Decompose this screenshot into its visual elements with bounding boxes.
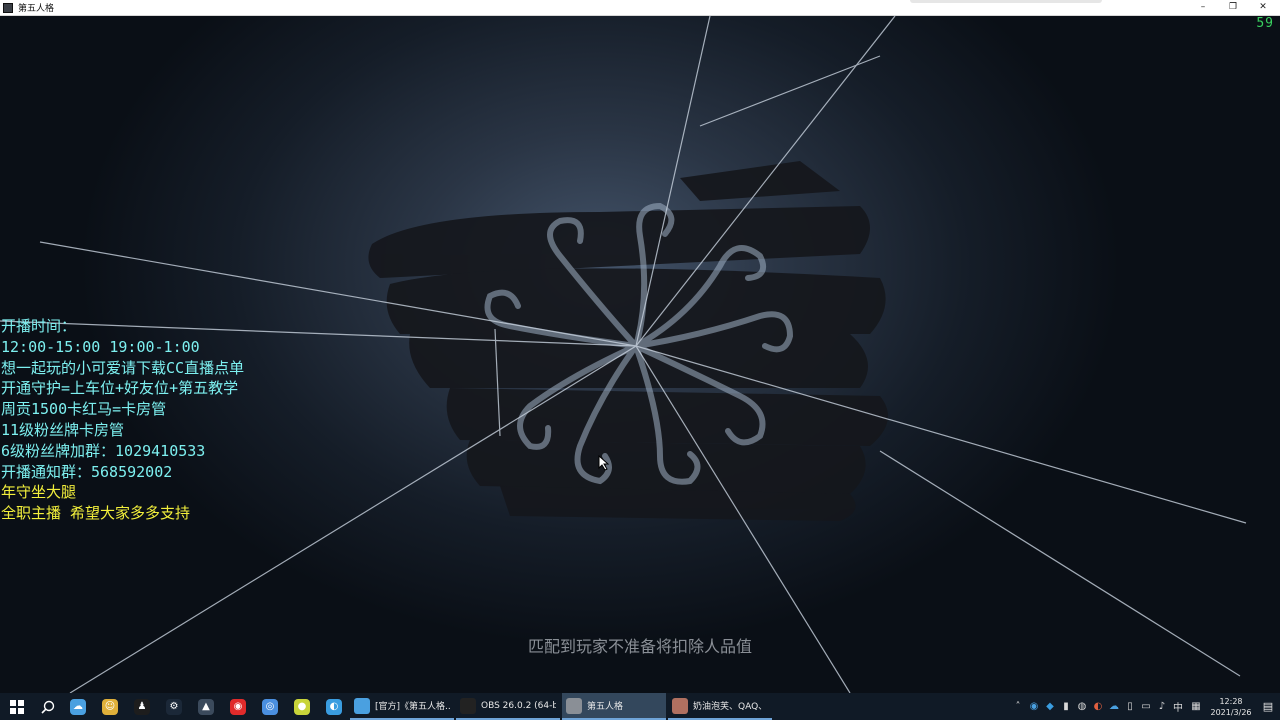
pinned-apps: ☁ ☺ ♟ ⚙ ▲ ◉ ◎ ● ◐ [62,693,350,720]
titlebar-overlay-strip [910,0,1102,3]
pinned-app-button[interactable]: ☁ [62,693,94,720]
taskbar-window-button[interactable]: 第五人格 [562,693,666,720]
vehicle-app-icon: ▲ [198,698,214,715]
system-tray: ˄ ◉ ◆ ▮ ◍ ◐ ☁ ▯ ▭ ♪ 中 ▦ 12:28 2021/3/26 … [1010,693,1280,720]
game-tray-icon[interactable]: ◐ [1090,693,1106,720]
weather-app-icon: ☁ [70,698,86,715]
overlay-line: 开播通知群：568592002 [1,462,173,481]
task-label: 第五人格 [587,702,624,712]
window-titlebar: 第五人格 – ❐ ✕ [0,0,1280,16]
stream-info-overlay: 开播时间： 12:00-15:00 19:00-1:00 想一起玩的小可爱请下载CC… [1,316,244,524]
app-icon [3,2,13,13]
game-viewport[interactable]: 59 开播时间： 12:00-15:00 19:00-1:00 想一起玩的小可爱请下… [0,16,1280,693]
window-title: 第五人格 [18,4,55,14]
shield-icon[interactable]: ◆ [1042,693,1058,720]
steam-icon: ⚙ [166,698,182,715]
pinned-app-button[interactable]: ⚙ [158,693,190,720]
mic-icon[interactable]: ▮ [1058,693,1074,720]
search-icon [41,700,55,714]
netease-music-icon: ◉ [230,698,246,715]
ime-indicator[interactable]: 中 [1170,693,1186,720]
task-app-icon [566,697,582,714]
overlay-line: 想一起玩的小可爱请下载CC直播点单 [1,358,245,377]
qq-icon: ♟ [134,698,150,715]
notification-center-icon[interactable]: ▤ [1256,693,1280,720]
overlay-line: 年守坐大腿 [1,483,77,502]
cloud-tray-icon[interactable]: ☁ [1106,693,1122,720]
game-helper-icon: ☺ [102,698,118,715]
task-label: OBS 26.0.2 (64-bi... [481,700,556,711]
pinned-app-button[interactable]: ◎ [254,693,286,720]
chrome-icon: ◎ [262,698,278,715]
tray-expand-icon[interactable]: ˄ [1010,693,1026,720]
overlay-line: 周贡1500卡红马=卡房管 [1,400,167,419]
fps-counter: 59 [1256,16,1274,31]
search-button[interactable] [34,693,62,720]
windows-taskbar: ☁ ☺ ♟ ⚙ ▲ ◉ ◎ ● ◐ [官方]《第五人格... OBS 26.0.2 (64-bi.… [0,693,1280,720]
start-button[interactable] [0,693,34,720]
battery-icon[interactable]: ▯ [1122,693,1138,720]
clock-time: 12:28 [1219,696,1243,706]
task-app-icon [672,697,688,714]
overlay-line: 6级粉丝牌加群：1029410533 [1,441,206,460]
mouse-cursor-icon [598,455,610,471]
clock[interactable]: 12:28 2021/3/26 [1206,696,1256,718]
overlay-line: 开播时间： [1,317,77,335]
taskbar-window-button[interactable]: OBS 26.0.2 (64-bi... [456,693,560,720]
overlay-line: 11级粉丝牌卡房管 [1,420,125,439]
task-label: 奶油泡芙、QAQ、... [693,702,768,712]
task-app-icon [460,697,476,714]
browser-icon: ◐ [326,698,342,715]
loading-hint-text: 匹配到玩家不准备将扣除人品值 [527,637,752,656]
taskbar-window-button[interactable]: [官方]《第五人格... [350,693,454,720]
taskbar-window-button[interactable]: 奶油泡芙、QAQ、... [668,693,772,720]
pinned-app-button[interactable]: ◐ [318,693,350,720]
open-tasks: [官方]《第五人格... OBS 26.0.2 (64-bi... 第五人格 奶油泡芙… [350,693,774,720]
minimize-button[interactable]: – [1188,0,1218,15]
overlay-line: 开通守护=上车位+好友位+第五教学 [1,379,239,398]
task-app-icon [354,697,370,714]
pinned-app-button[interactable]: ● [286,693,318,720]
green-app-icon: ● [294,698,310,715]
close-button[interactable]: ✕ [1248,0,1278,15]
windows-logo-icon [10,699,24,714]
clock-date: 2021/3/26 [1210,707,1252,717]
pinned-app-button[interactable]: ☺ [94,693,126,720]
overlay-line: 全职主播 希望大家多多支持 [1,504,191,523]
pinned-app-button[interactable]: ◉ [222,693,254,720]
keyboard-icon[interactable]: ▦ [1186,693,1206,720]
volume-icon[interactable]: ♪ [1154,693,1170,720]
task-label: [官方]《第五人格... [375,702,450,712]
tray-app-icon[interactable]: ◉ [1026,693,1042,720]
network-icon[interactable]: ▭ [1138,693,1154,720]
steam-tray-icon[interactable]: ◍ [1074,693,1090,720]
maximize-button[interactable]: ❐ [1218,0,1248,15]
pinned-app-button[interactable]: ♟ [126,693,158,720]
overlay-line: 12:00-15:00 19:00-1:00 [1,337,200,356]
pinned-app-button[interactable]: ▲ [190,693,222,720]
